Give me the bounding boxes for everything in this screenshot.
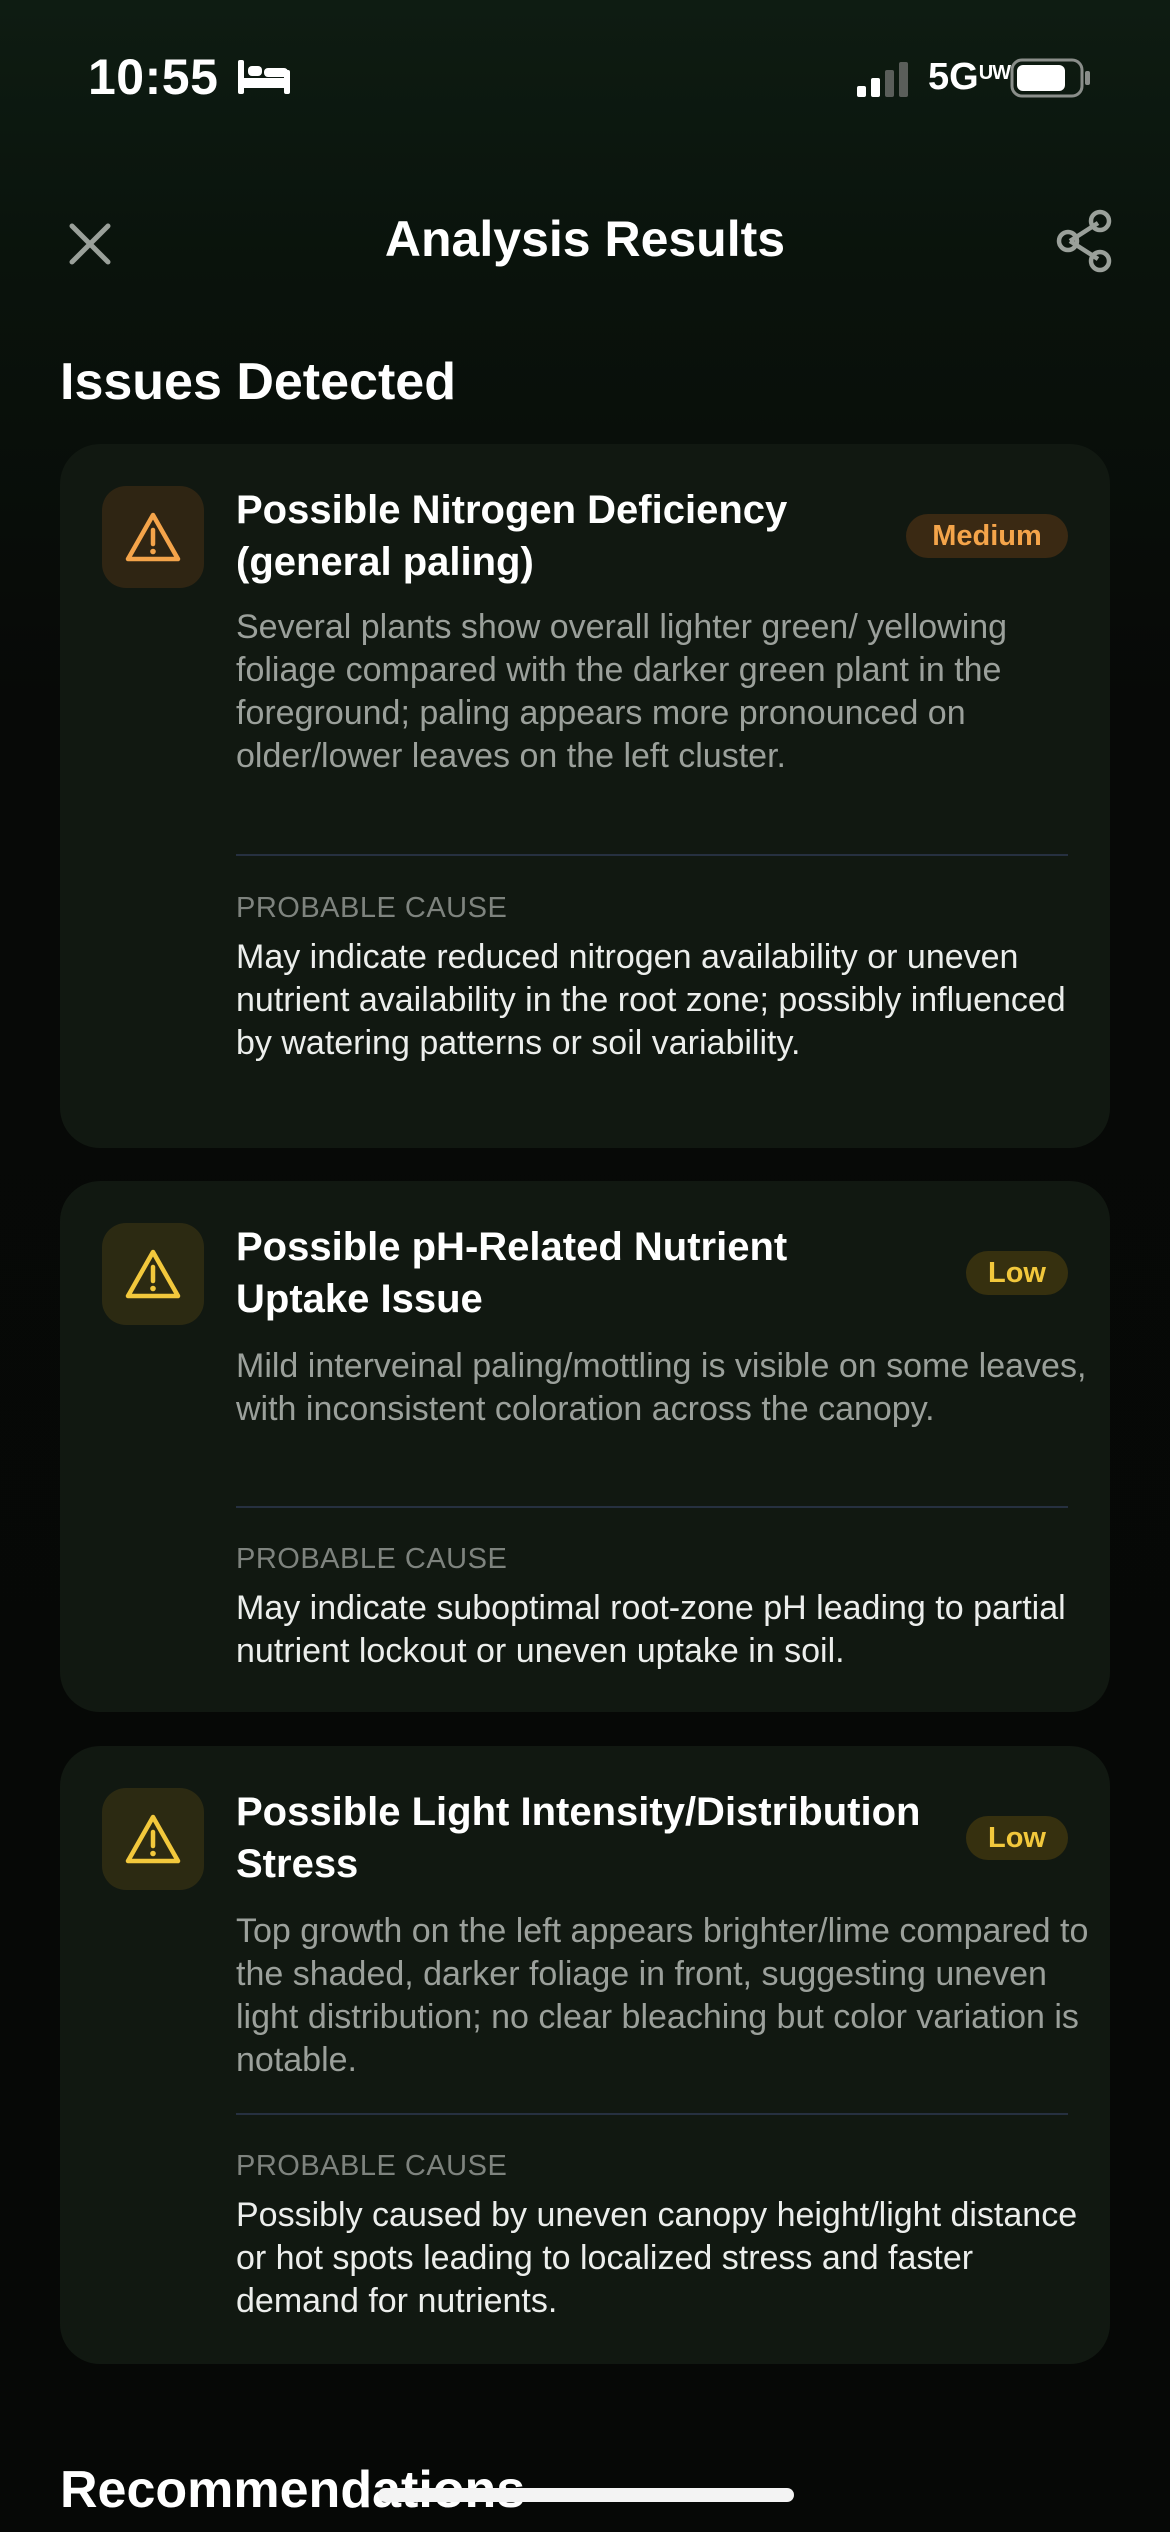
issue-description: Top growth on the left appears brighter/…	[236, 1912, 1089, 2079]
analysis-results-screen: 10:55 5GUW Analysis Results Issues Detec…	[0, 0, 1170, 2532]
nav-header: Analysis Results	[0, 190, 1170, 290]
share-button[interactable]	[1052, 208, 1116, 274]
issue-title: Possible pH-Related Nutrient Uptake Issu…	[236, 1225, 788, 1321]
divider	[236, 854, 1068, 856]
issue-card[interactable]: Possible Nitrogen Deficiency (general pa…	[60, 444, 1110, 1148]
issue-card[interactable]: Possible pH-Related Nutrient Uptake Issu…	[60, 1181, 1110, 1712]
issues-section-title: Issues Detected	[60, 353, 456, 411]
warning-tile	[102, 1223, 204, 1325]
severity-badge: Medium	[906, 514, 1068, 558]
probable-cause-text: May indicate suboptimal root-zone pH lea…	[236, 1589, 1066, 1670]
network-label: 5GUW	[928, 56, 1011, 98]
probable-cause-label: PROBABLE CAUSE	[236, 1543, 508, 1575]
severity-badge: Low	[966, 1816, 1068, 1860]
issue-description: Several plants show overall lighter gree…	[236, 608, 1008, 775]
status-time: 10:55	[88, 49, 219, 105]
probable-cause-label: PROBABLE CAUSE	[236, 892, 508, 924]
probable-cause-label: PROBABLE CAUSE	[236, 2150, 508, 2182]
share-icon	[1056, 209, 1112, 273]
warning-icon	[125, 1814, 181, 1864]
signal-icon	[857, 62, 908, 97]
warning-icon	[125, 512, 181, 562]
issue-title: Possible Nitrogen Deficiency (general pa…	[236, 488, 788, 584]
divider	[236, 2113, 1068, 2115]
network-suffix: UW	[978, 62, 1011, 84]
severity-badge: Low	[966, 1251, 1068, 1295]
divider	[236, 1506, 1068, 1508]
issue-description: Mild interveinal paling/mottling is visi…	[236, 1347, 1087, 1428]
warning-icon	[125, 1249, 181, 1299]
issue-title: Possible Light Intensity/Distribution St…	[236, 1790, 921, 1886]
issue-card[interactable]: Possible Light Intensity/Distribution St…	[60, 1746, 1110, 2364]
probable-cause-text: Possibly caused by uneven canopy height/…	[236, 2196, 1078, 2320]
home-indicator[interactable]	[378, 2488, 794, 2502]
warning-tile	[102, 486, 204, 588]
warning-tile	[102, 1788, 204, 1890]
bed-icon	[238, 60, 290, 94]
status-bar: 10:55 5GUW	[0, 0, 1170, 150]
probable-cause-text: May indicate reduced nitrogen availabili…	[236, 938, 1066, 1062]
page-title: Analysis Results	[384, 211, 786, 267]
battery-icon	[1010, 58, 1090, 98]
